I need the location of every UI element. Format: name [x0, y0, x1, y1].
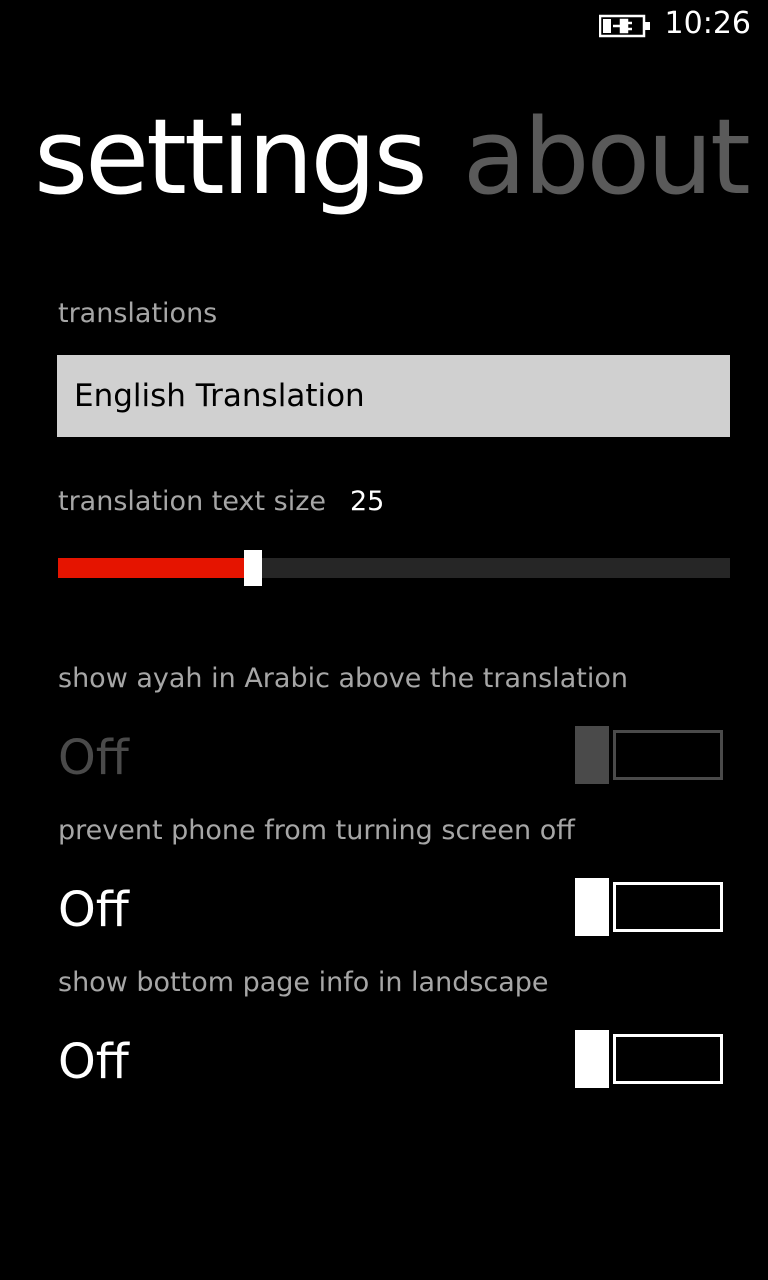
- toggle-thumb: [575, 726, 609, 784]
- landscape-toggle-label: show bottom page info in landscape: [58, 967, 549, 998]
- battery-charging-icon: [599, 14, 650, 38]
- landscape-toggle-switch[interactable]: [575, 1030, 723, 1088]
- translation-picker[interactable]: English Translation: [57, 355, 730, 437]
- tab-about[interactable]: about: [463, 92, 751, 222]
- toggle-track: [613, 882, 723, 932]
- arabic-toggle-state: Off: [58, 730, 129, 786]
- arabic-toggle-switch[interactable]: [575, 726, 723, 784]
- status-bar: 10:26: [0, 0, 768, 50]
- text-size-label: translation text size: [58, 486, 326, 517]
- screen-off-toggle-switch[interactable]: [575, 878, 723, 936]
- landscape-toggle-state: Off: [58, 1034, 129, 1090]
- slider-thumb[interactable]: [243, 550, 262, 586]
- screen-off-toggle-label: prevent phone from turning screen off: [58, 815, 575, 846]
- pivot-header: settings about: [34, 92, 751, 222]
- text-size-value: 25: [350, 486, 385, 517]
- tab-settings[interactable]: settings: [34, 92, 428, 222]
- slider-fill: [58, 558, 253, 578]
- toggle-track: [613, 1034, 723, 1084]
- status-time: 10:26: [664, 6, 751, 41]
- toggle-track: [613, 730, 723, 780]
- translations-label: translations: [58, 298, 218, 329]
- text-size-slider[interactable]: [58, 548, 730, 588]
- toggle-thumb: [575, 1030, 609, 1088]
- screen-off-toggle-state: Off: [58, 882, 129, 938]
- toggle-thumb: [575, 878, 609, 936]
- arabic-toggle-label: show ayah in Arabic above the translatio…: [58, 663, 628, 694]
